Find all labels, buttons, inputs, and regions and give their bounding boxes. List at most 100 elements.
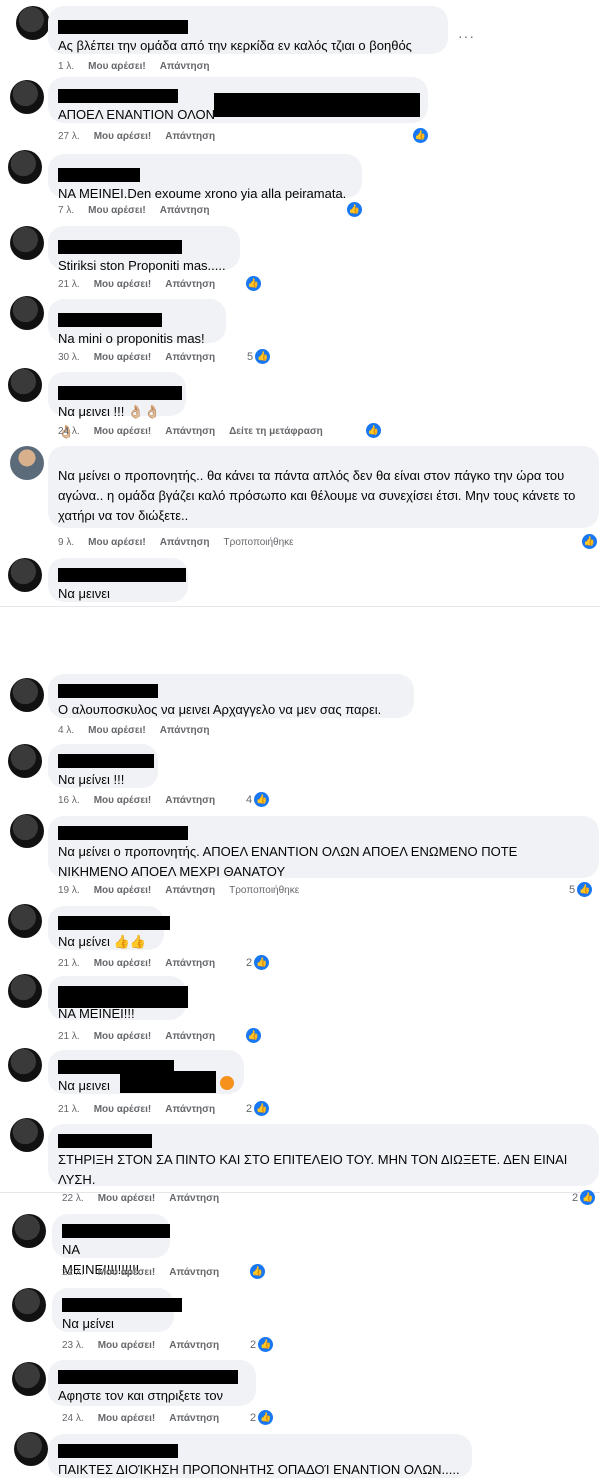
reaction-count: 2: [246, 956, 253, 969]
comment-text: Stiriksi ston Proponiti mas.....: [58, 258, 226, 273]
reply-link[interactable]: Απάντηση: [160, 537, 210, 548]
reply-link[interactable]: Απάντηση: [165, 1104, 215, 1115]
avatar[interactable]: [10, 226, 44, 260]
avatar[interactable]: [8, 1048, 42, 1082]
reply-link[interactable]: Απάντηση: [169, 1193, 219, 1204]
like-link[interactable]: Μου αρέσει!: [94, 279, 152, 290]
timestamp[interactable]: 22 λ.: [62, 1267, 84, 1278]
comment-bubble: ΝΑ ΜΕΙΝΕΙ!!!: [48, 976, 188, 1021]
like-link[interactable]: Μου αρέσει!: [98, 1413, 156, 1424]
timestamp[interactable]: 21 λ.: [58, 1031, 80, 1042]
like-link[interactable]: Μου αρέσει!: [94, 131, 152, 142]
avatar[interactable]: [10, 678, 44, 712]
more-options-icon[interactable]: ···: [458, 28, 475, 44]
avatar[interactable]: [12, 1288, 46, 1322]
reaction-summary[interactable]: 2 👍: [250, 1337, 274, 1352]
timestamp[interactable]: 9 λ.: [58, 537, 74, 548]
like-link[interactable]: Μου αρέσει!: [94, 352, 152, 363]
like-link[interactable]: Μου αρέσει!: [94, 426, 152, 437]
reply-link[interactable]: Απάντηση: [165, 958, 215, 969]
reaction-count: 2: [250, 1411, 257, 1424]
timestamp[interactable]: 30 λ.: [58, 352, 80, 363]
reply-link[interactable]: Απάντηση: [160, 725, 210, 736]
avatar[interactable]: [12, 1362, 46, 1396]
timestamp[interactable]: 7 λ.: [58, 205, 74, 216]
reaction-summary[interactable]: 👍: [246, 276, 261, 291]
timestamp[interactable]: 1 λ.: [58, 61, 74, 72]
reaction-summary[interactable]: 4 👍: [246, 792, 270, 807]
reply-link[interactable]: Απάντηση: [165, 795, 215, 806]
avatar[interactable]: [10, 80, 44, 114]
reaction-summary[interactable]: 👍: [347, 202, 362, 217]
reaction-summary[interactable]: 2 👍: [246, 1101, 270, 1116]
timestamp[interactable]: 27 λ.: [58, 131, 80, 142]
reply-link[interactable]: Απάντηση: [165, 352, 215, 363]
reply-link[interactable]: Απάντηση: [169, 1413, 219, 1424]
avatar[interactable]: [8, 904, 42, 938]
translate-link[interactable]: Δείτε τη μετάφραση: [229, 426, 323, 437]
reaction-summary[interactable]: 👍: [250, 1264, 265, 1279]
timestamp[interactable]: 24 λ.: [62, 1413, 84, 1424]
reply-link[interactable]: Απάντηση: [169, 1340, 219, 1351]
author-name-redacted: [58, 1134, 152, 1148]
timestamp[interactable]: 21 λ.: [58, 958, 80, 969]
timestamp[interactable]: 24 λ.: [58, 426, 80, 437]
like-link[interactable]: Μου αρέσει!: [94, 1031, 152, 1042]
timestamp[interactable]: 22 λ.: [62, 1193, 84, 1204]
like-link[interactable]: Μου αρέσει!: [94, 1104, 152, 1115]
avatar[interactable]: [8, 150, 42, 184]
like-link[interactable]: Μου αρέσει!: [98, 1340, 156, 1351]
reply-link[interactable]: Απάντηση: [165, 131, 215, 142]
like-link[interactable]: Μου αρέσει!: [88, 725, 146, 736]
timestamp[interactable]: 21 λ.: [58, 279, 80, 290]
comment-text: ΝΑ ΜΕΙΝΕΙ!!!: [58, 1006, 135, 1021]
comment-text: Αφηστε τον και στηριξετε τον: [58, 1388, 224, 1403]
reaction-summary[interactable]: 👍: [246, 1028, 261, 1043]
timestamp[interactable]: 23 λ.: [62, 1340, 84, 1351]
like-link[interactable]: Μου αρέσει!: [94, 795, 152, 806]
author-name-redacted: [58, 386, 182, 400]
reaction-summary[interactable]: 2 👍: [250, 1410, 274, 1425]
reaction-summary[interactable]: 👍: [413, 128, 428, 143]
avatar[interactable]: [8, 368, 42, 402]
reaction-summary[interactable]: 👍: [582, 534, 597, 549]
avatar[interactable]: [10, 446, 44, 480]
like-link[interactable]: Μου αρέσει!: [88, 205, 146, 216]
timestamp[interactable]: 16 λ.: [58, 795, 80, 806]
avatar[interactable]: [8, 744, 42, 778]
timestamp[interactable]: 4 λ.: [58, 725, 74, 736]
reaction-summary[interactable]: 👍: [366, 423, 381, 438]
avatar[interactable]: [8, 974, 42, 1008]
avatar[interactable]: [10, 1118, 44, 1152]
avatar[interactable]: [14, 1432, 48, 1466]
reply-link[interactable]: Απάντηση: [160, 61, 210, 72]
reply-link[interactable]: Απάντηση: [165, 1031, 215, 1042]
reaction-summary[interactable]: 2 👍: [246, 955, 270, 970]
reaction-summary[interactable]: 2 👍: [572, 1190, 596, 1205]
reply-link[interactable]: Απάντηση: [165, 426, 215, 437]
reaction-count: 5: [569, 883, 576, 896]
avatar[interactable]: [12, 1214, 46, 1248]
avatar[interactable]: [16, 6, 50, 40]
reaction-summary[interactable]: 5 👍: [247, 349, 271, 364]
reply-link[interactable]: Απάντηση: [165, 279, 215, 290]
reply-link[interactable]: Απάντηση: [165, 885, 215, 896]
like-link[interactable]: Μου αρέσει!: [88, 537, 146, 548]
author-name-redacted: [62, 1224, 170, 1238]
like-link[interactable]: Μου αρέσει!: [98, 1267, 156, 1278]
avatar[interactable]: [10, 814, 44, 848]
reaction-summary[interactable]: 5 👍: [569, 882, 593, 897]
avatar[interactable]: [8, 558, 42, 592]
like-link[interactable]: Μου αρέσει!: [98, 1193, 156, 1204]
timestamp[interactable]: 19 λ.: [58, 885, 80, 896]
timestamp[interactable]: 21 λ.: [58, 1104, 80, 1115]
like-link[interactable]: Μου αρέσει!: [94, 958, 152, 969]
reply-link[interactable]: Απάντηση: [169, 1267, 219, 1278]
like-link[interactable]: Μου αρέσει!: [88, 61, 146, 72]
avatar[interactable]: [10, 296, 44, 330]
comment-bubble: Να μείνει ο προπονητής. ΑΠΟΕΛ ΕΝΑΝΤΙΟΝ Ο…: [48, 816, 599, 879]
reaction-count: 5: [247, 350, 254, 363]
reply-link[interactable]: Απάντηση: [160, 205, 210, 216]
comment-text: ΠΑΙΚΤΕΣ ΔΙΟΊΚΗΣΗ ΠΡΟΠΟΝΗΤΗΣ ΟΠΑΔΟΊ ΕΝΑΝΤ…: [58, 1462, 460, 1477]
like-link[interactable]: Μου αρέσει!: [94, 885, 152, 896]
